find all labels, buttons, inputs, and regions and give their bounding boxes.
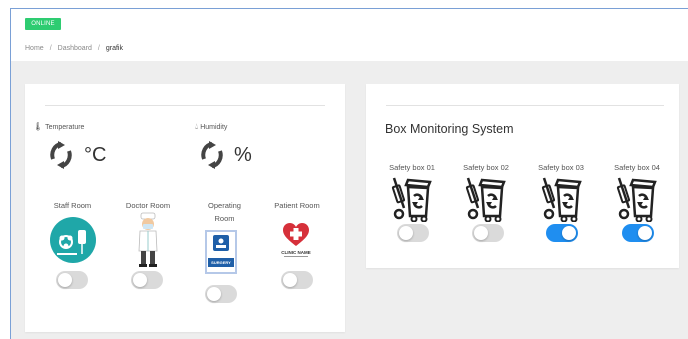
toggle-knob [399,226,413,240]
toggle-safety-box-04[interactable] [622,224,654,242]
room-label-staff: Staff Room [53,201,92,210]
refresh-icon[interactable] [201,141,223,169]
room-label-doctor: Doctor Room [125,201,171,210]
safety-box-label: Safety box 01 [389,163,435,172]
safety-box-label: Safety box 02 [463,163,509,172]
temperature-label-text: Temperature [45,124,85,131]
section-title: Box Monitoring System [385,122,514,136]
toggle-knob [58,273,72,287]
header-area [11,9,688,61]
humidity-label: 💧︎ Humidity [195,122,227,132]
breadcrumb-dashboard[interactable]: Dashboard [58,45,92,52]
card-divider [386,105,664,106]
droplet-icon: 💧︎ [195,122,199,131]
toggle-operating-room[interactable] [205,285,237,303]
toggle-patient-room[interactable] [281,271,313,289]
surgery-door-icon: SURGERY [205,230,237,274]
breadcrumb-current: grafik [105,45,123,52]
temperature-value: °C [84,144,107,166]
room-label-patient: Patient Room [274,201,320,210]
refresh-icon[interactable] [50,141,72,169]
breadcrumb: Home / Dashboard / grafik [25,45,123,52]
toggle-knob [283,273,297,287]
doctor-icon [138,212,158,267]
medical-waste-bin-icon [616,177,657,222]
room-label-operating: Operating [208,201,241,210]
toggle-safety-box-01[interactable] [397,224,429,242]
breadcrumb-separator: / [97,45,100,52]
medical-waste-bin-icon [541,177,582,222]
thermometer-icon: 🌡︎ [33,122,44,131]
safety-box-label: Safety box 03 [538,163,584,172]
toggle-doctor-room[interactable] [131,271,163,289]
clinic-logo-text: CLINIC NAME [281,250,311,255]
room-label-operating-line2: Room [214,214,235,223]
toggle-knob [562,226,576,240]
clinic-logo-tagline [284,256,308,257]
temperature-label: 🌡︎ Temperature [33,122,84,131]
toggle-knob [207,287,221,301]
humidity-label-text: Humidity [200,124,228,131]
medical-waste-bin-icon [465,177,506,222]
medical-waste-bin-icon [391,177,432,222]
humidity-value: % [234,144,252,166]
toggle-safety-box-02[interactable] [472,224,504,242]
card-divider [45,105,325,106]
toggle-knob [638,226,652,240]
clinic-heart-icon [283,223,309,246]
toggle-safety-box-03[interactable] [546,224,578,242]
toggle-staff-room[interactable] [56,271,88,289]
box-monitoring-card: Box Monitoring System Safety box 01 Safe… [366,84,679,268]
breadcrumb-separator: / [49,45,52,52]
safety-box-label: Safety box 04 [614,163,660,172]
toggle-knob [474,226,488,240]
toggle-knob [133,273,147,287]
surgery-sign: SURGERY [208,258,234,267]
surgery-patient-icon [213,235,229,251]
status-badge: ONLINE [25,18,61,30]
room-sensor-card: 🌡︎ Temperature °C 💧︎ Humidity % Staff Room… [25,84,345,332]
biohazard-medical-icon [50,217,96,263]
breadcrumb-home[interactable]: Home [25,45,44,52]
